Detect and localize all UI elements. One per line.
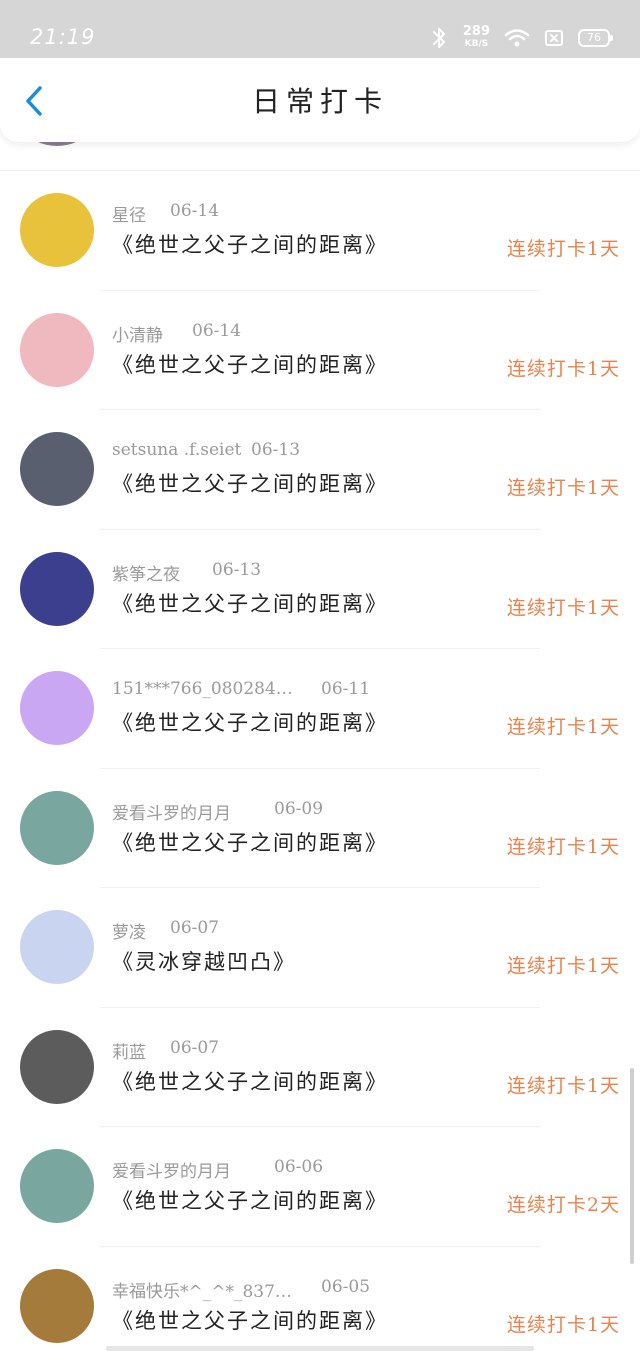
status-icons: 289 KB/S 76	[429, 22, 613, 54]
page-title: 日常打卡	[251, 85, 388, 118]
user-name: 紫筝之夜	[112, 564, 180, 585]
avatar[interactable]	[20, 551, 94, 626]
book-title: 《绝世之父子之间的距离》	[112, 233, 388, 257]
status-bar: 21:19 289 KB/S 76	[0, 0, 640, 58]
checkin-list: 星径 06-14 《绝世之父子之间的距离》 连续打卡1天 小清静 06-14 《…	[0, 171, 640, 1351]
list-item[interactable]: 星径 06-14 《绝世之父子之间的距离》 连续打卡1天	[0, 171, 640, 291]
checkin-meta: 莉蓝 06-07	[112, 1038, 219, 1063]
list-item[interactable]: 莉蓝 06-07 《绝世之父子之间的距离》 连续打卡1天	[0, 1008, 640, 1127]
checkin-date: 06-14	[170, 201, 220, 221]
avatar[interactable]	[20, 1268, 94, 1343]
list-item[interactable]: 151***766_080284… 06-11 《绝世之父子之间的距离》 连续打…	[0, 649, 640, 769]
streak-badge: 连续打卡1天	[506, 238, 620, 260]
checkin-date: 06-13	[251, 440, 301, 460]
checkin-date: 06-06	[274, 1157, 324, 1177]
user-name: 爱看斗罗的月月	[112, 1162, 231, 1182]
checkin-meta: 萝凌 06-07	[112, 918, 219, 943]
user-name: 星径	[112, 206, 146, 226]
list-item[interactable]: 萝凌 06-07 《灵冰穿越凹凸》 连续打卡1天	[0, 888, 640, 1008]
user-name: 幸福快乐*^_^*_837…	[112, 1281, 292, 1302]
streak-badge: 连续打卡1天	[506, 596, 620, 619]
no-sim-icon	[545, 30, 563, 46]
book-title: 《绝世之父子之间的距离》	[112, 830, 388, 855]
avatar[interactable]	[20, 312, 94, 387]
battery-icon: 76	[578, 29, 613, 47]
streak-badge: 连续打卡1天	[506, 716, 620, 738]
user-name: 151***766_080284…	[112, 679, 293, 699]
list-item[interactable]: 幸福快乐*^_^*_837… 06-05 《绝世之父子之间的距离》 连续打卡1天	[0, 1247, 640, 1351]
avatar[interactable]	[20, 193, 94, 267]
list-item[interactable]: 爱看斗罗的月月 06-06 《绝世之父子之间的距离》 连续打卡2天	[0, 1127, 640, 1247]
streak-badge: 连续打卡1天	[506, 1313, 620, 1336]
user-name: 小清静	[112, 325, 163, 346]
list-item[interactable]: 小清静 06-14 《绝世之父子之间的距离》 连续打卡1天	[0, 291, 640, 410]
checkin-meta: 小清静 06-14	[112, 321, 241, 346]
checkin-date: 06-13	[212, 559, 262, 580]
book-title: 《绝世之父子之间的距离》	[112, 352, 388, 377]
user-name: 爱看斗罗的月月	[112, 803, 231, 824]
book-title: 《绝世之父子之间的距离》	[112, 472, 388, 496]
list-item[interactable]: 爱看斗罗的月月 06-09 《绝世之父子之间的距离》 连续打卡1天	[0, 769, 640, 888]
book-title: 《绝世之父子之间的距离》	[112, 1308, 388, 1333]
checkin-date: 06-14	[192, 320, 242, 341]
streak-badge: 连续打卡1天	[506, 835, 620, 858]
network-speed-unit: KB/S	[464, 39, 489, 49]
avatar[interactable]	[20, 910, 94, 984]
avatar[interactable]	[20, 1149, 94, 1223]
book-title: 《绝世之父子之间的距离》	[112, 591, 388, 616]
title-bar: 日常打卡	[0, 58, 640, 142]
book-title: 《灵冰穿越凹凸》	[112, 950, 296, 974]
checkin-meta: 星径 06-14	[112, 201, 219, 226]
checkin-meta: 紫筝之夜 06-13	[112, 560, 261, 585]
network-speed: 289 KB/S	[462, 24, 490, 50]
streak-badge: 连续打卡2天	[506, 1194, 620, 1216]
avatar[interactable]	[20, 1029, 94, 1104]
checkin-meta: setsuna .f.seiet 06-13	[112, 440, 300, 464]
book-title: 《绝世之父子之间的距离》	[112, 1189, 388, 1213]
checkin-date: 06-05	[321, 1276, 371, 1297]
user-name: 萝凌	[112, 923, 146, 943]
streak-badge: 连续打卡1天	[506, 357, 620, 380]
checkin-date: 06-09	[274, 798, 324, 819]
checkin-meta: 151***766_080284… 06-11	[112, 679, 370, 703]
streak-badge: 连续打卡1天	[506, 1074, 620, 1097]
avatar[interactable]	[20, 671, 94, 745]
bluetooth-icon	[432, 28, 445, 48]
book-title: 《绝世之父子之间的距离》	[112, 711, 388, 735]
avatar[interactable]	[20, 432, 94, 506]
list-item[interactable]: setsuna .f.seiet 06-13 《绝世之父子之间的距离》 连续打卡…	[0, 410, 640, 530]
checkin-meta: 爱看斗罗的月月 06-09	[112, 799, 323, 824]
checkin-meta: 爱看斗罗的月月 06-06	[112, 1157, 323, 1182]
checkin-date: 06-07	[170, 918, 220, 938]
network-speed-value: 289	[462, 24, 490, 39]
user-name: 莉蓝	[112, 1042, 146, 1063]
list-item[interactable]: 紫筝之夜 06-13 《绝世之父子之间的距离》 连续打卡1天	[0, 530, 640, 649]
scrollbar[interactable]	[630, 1068, 634, 1264]
streak-badge: 连续打卡1天	[506, 955, 620, 977]
wifi-icon	[504, 29, 530, 47]
book-title: 《绝世之父子之间的距离》	[112, 1069, 388, 1094]
checkin-date: 06-11	[321, 679, 371, 699]
checkin-meta: 幸福快乐*^_^*_837… 06-05	[112, 1277, 370, 1302]
home-indicator	[106, 1346, 534, 1351]
user-name: setsuna .f.seiet	[112, 440, 242, 460]
status-time: 21:19	[30, 25, 96, 49]
avatar[interactable]	[20, 790, 94, 865]
streak-badge: 连续打卡1天	[506, 477, 620, 499]
checkin-date: 06-07	[170, 1037, 220, 1058]
